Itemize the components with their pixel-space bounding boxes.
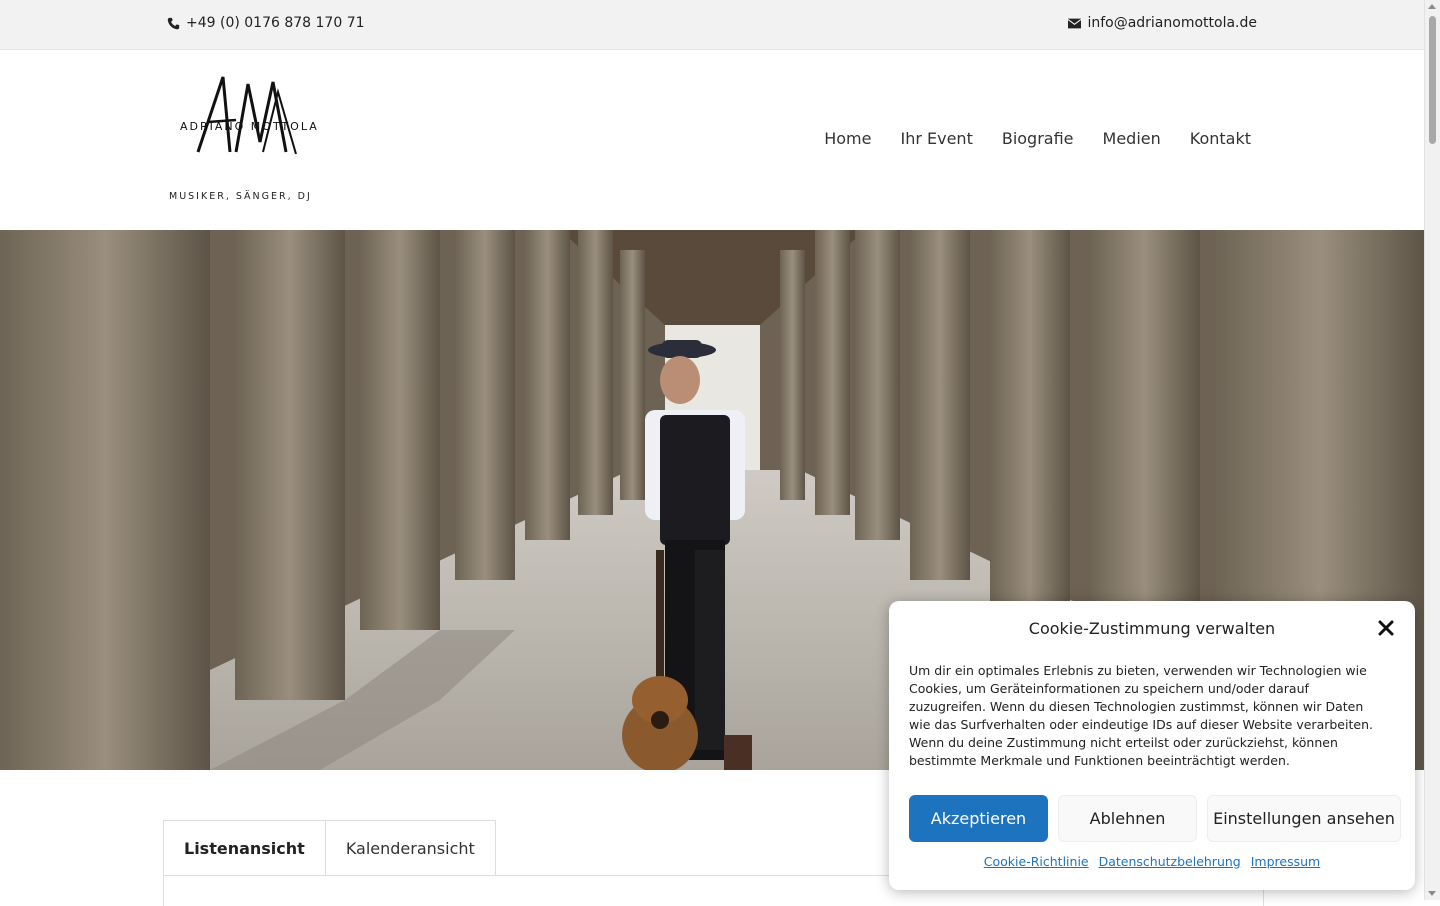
- view-preferences-button[interactable]: Einstellungen ansehen: [1207, 795, 1401, 842]
- envelope-icon: [1068, 18, 1082, 28]
- phone-contact[interactable]: +49 (0) 0176 878 170 71: [167, 15, 365, 31]
- nav-ihr-event[interactable]: Ihr Event: [900, 129, 972, 148]
- main-nav: Home Ihr Event Biografie Medien Kontakt: [824, 129, 1251, 148]
- site-header: ADRIANO MOTTOLA MUSIKER, SÄNGER, DJ Home…: [0, 50, 1425, 230]
- phone-number[interactable]: +49 (0) 0176 878 170 71: [186, 15, 365, 31]
- page-scrollbar[interactable]: [1424, 0, 1440, 900]
- nav-biografie[interactable]: Biografie: [1002, 129, 1074, 148]
- tab-kalenderansicht[interactable]: Kalenderansicht: [325, 820, 496, 876]
- cookie-links: Cookie-Richtlinie Datenschutzbelehrung I…: [889, 854, 1415, 869]
- imprint-link[interactable]: Impressum: [1251, 854, 1320, 869]
- cookie-dialog-title: Cookie-Zustimmung verwalten: [1028, 619, 1276, 638]
- phone-icon: [167, 17, 180, 29]
- scrollbar-thumb[interactable]: [1429, 16, 1436, 144]
- nav-home[interactable]: Home: [824, 129, 871, 148]
- accept-button[interactable]: Akzeptieren: [909, 795, 1048, 842]
- am-monogram-logo: [196, 76, 297, 155]
- email-contact[interactable]: info@adrianomottola.de: [1068, 15, 1257, 31]
- cookie-dialog-text: Um dir ein optimales Erlebnis zu bieten,…: [909, 663, 1373, 768]
- privacy-statement-link[interactable]: Datenschutzbelehrung: [1099, 854, 1241, 869]
- email-address[interactable]: info@adrianomottola.de: [1087, 15, 1257, 31]
- view-tabs: Listenansicht Kalenderansicht: [163, 820, 496, 876]
- tab-listenansicht[interactable]: Listenansicht: [163, 820, 326, 876]
- scroll-up-arrow-icon[interactable]: [1428, 4, 1436, 9]
- top-contact-bar: +49 (0) 0176 878 170 71 info@adrianomott…: [0, 0, 1425, 50]
- logo-wordmark: ADRIANO MOTTOLA: [180, 120, 319, 133]
- cookie-consent-dialog: Cookie-Zustimmung verwalten Um dir ein o…: [889, 601, 1415, 890]
- tagline: MUSIKER, SÄNGER, DJ: [169, 191, 312, 202]
- nav-medien[interactable]: Medien: [1103, 129, 1161, 148]
- scroll-down-arrow-icon[interactable]: [1428, 891, 1436, 896]
- deny-button[interactable]: Ablehnen: [1058, 795, 1197, 842]
- cookie-buttons: Akzeptieren Ablehnen Einstellungen anseh…: [909, 795, 1401, 842]
- nav-kontakt[interactable]: Kontakt: [1190, 129, 1251, 148]
- close-icon[interactable]: [1377, 619, 1395, 637]
- cookie-policy-link[interactable]: Cookie-Richtlinie: [984, 854, 1089, 869]
